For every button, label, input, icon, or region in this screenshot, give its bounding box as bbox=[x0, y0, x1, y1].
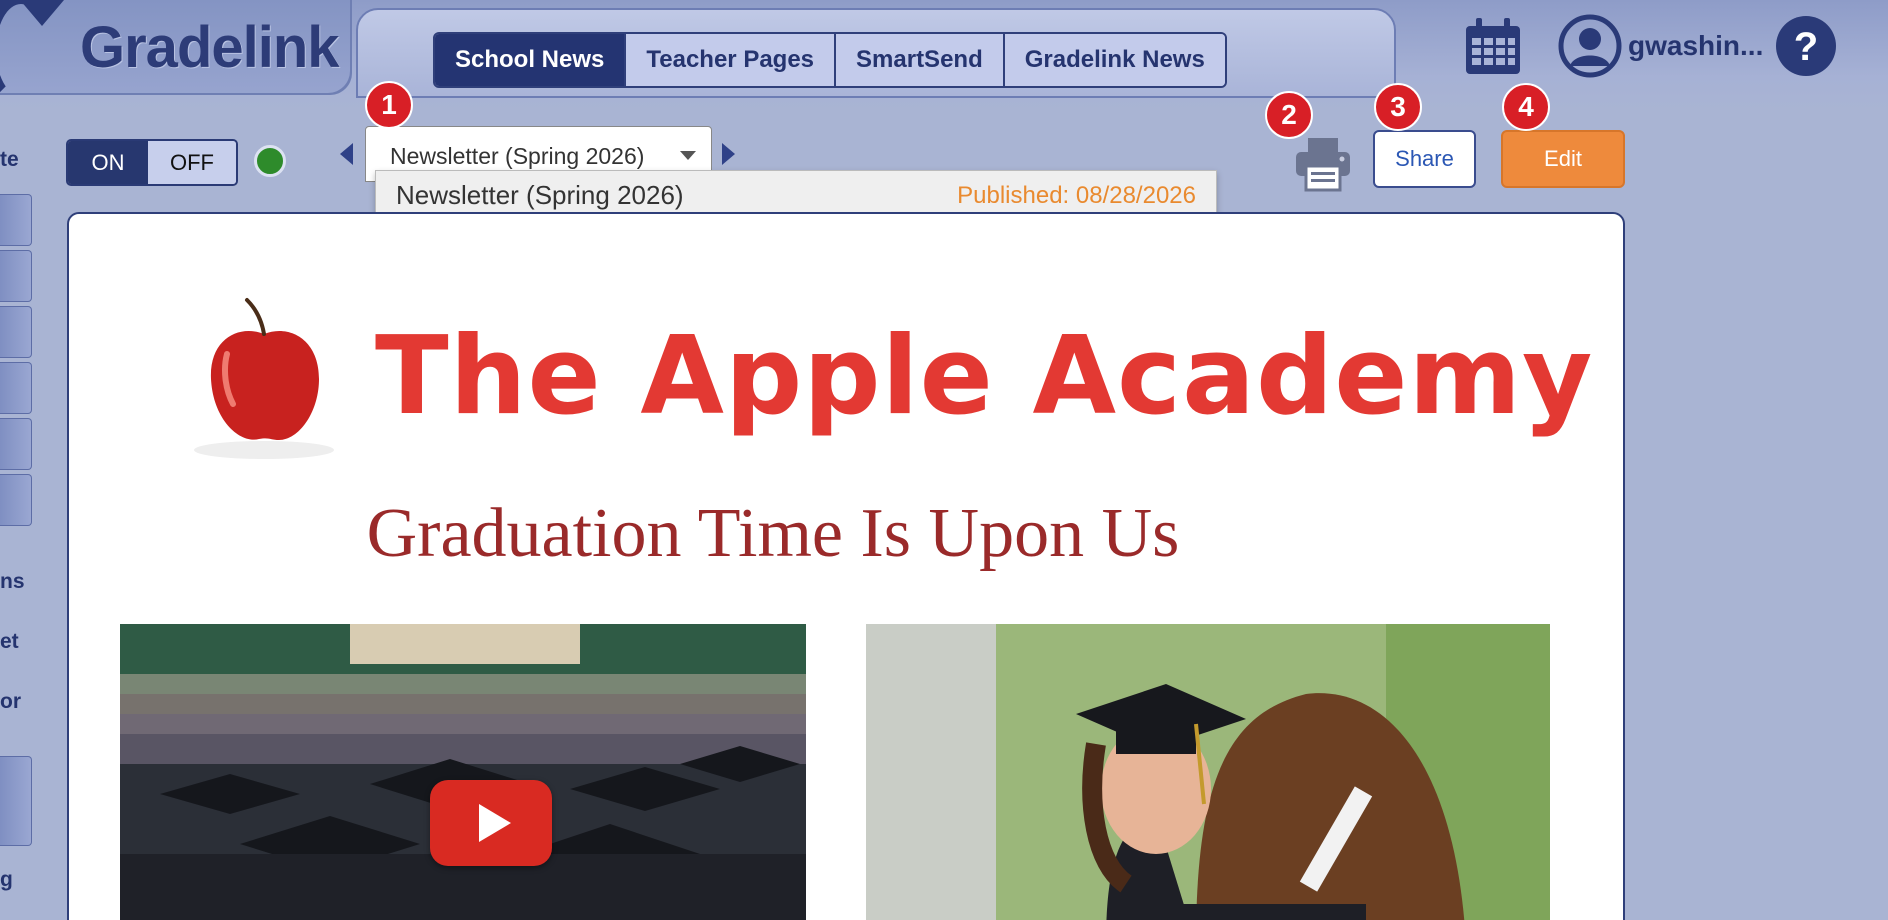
logo-flag-icon bbox=[20, 0, 64, 26]
prev-arrow-icon[interactable] bbox=[340, 143, 353, 165]
tab-teacher-pages[interactable]: Teacher Pages bbox=[626, 34, 837, 86]
play-icon bbox=[479, 804, 511, 842]
dropdown-option-title: Newsletter (Spring 2026) bbox=[396, 180, 684, 210]
callout-badge-1: 1 bbox=[365, 81, 413, 129]
status-indicator bbox=[254, 145, 286, 177]
logo-area[interactable]: Gradelink bbox=[0, 0, 352, 95]
tab-smartsend[interactable]: SmartSend bbox=[836, 34, 1005, 86]
sidebar-item-label[interactable]: or bbox=[0, 690, 21, 714]
sidebar-item-label[interactable]: ns bbox=[0, 570, 25, 594]
help-icon[interactable]: ? bbox=[1774, 14, 1838, 78]
newsletter-content: The Apple Academy Graduation Time Is Upo… bbox=[67, 212, 1625, 920]
toggle-on-option[interactable]: ON bbox=[68, 141, 148, 184]
next-arrow-icon[interactable] bbox=[722, 143, 735, 165]
sidebar-item[interactable] bbox=[0, 418, 32, 470]
sidebar-item[interactable] bbox=[0, 194, 32, 246]
graduate-hug-image bbox=[866, 624, 1550, 920]
tab-school-news[interactable]: School News bbox=[435, 34, 627, 86]
on-off-toggle[interactable]: ON OFF bbox=[66, 139, 238, 186]
sidebar-item-label[interactable]: g bbox=[0, 868, 13, 892]
graduation-crowd-image bbox=[120, 624, 806, 920]
sidebar-item[interactable] bbox=[0, 756, 32, 846]
printer-icon[interactable] bbox=[1294, 134, 1352, 192]
username-label[interactable]: gwashin... bbox=[1628, 30, 1763, 62]
apple-logo-image bbox=[119, 294, 339, 461]
svg-text:?: ? bbox=[1794, 25, 1818, 69]
left-sidebar: te ns et or g bbox=[0, 140, 34, 920]
dropdown-option-status: Published: 08/28/2026 bbox=[957, 181, 1196, 209]
sidebar-item-label[interactable]: et bbox=[0, 630, 19, 654]
chevron-down-icon bbox=[680, 151, 696, 160]
tab-gradelink-news[interactable]: Gradelink News bbox=[1004, 34, 1225, 86]
sidebar-item[interactable] bbox=[0, 362, 32, 414]
newsletter-select-value: Newsletter (Spring 2026) bbox=[390, 143, 645, 169]
callout-badge-2: 2 bbox=[1265, 91, 1313, 139]
sidebar-item[interactable] bbox=[0, 250, 32, 302]
sidebar-item[interactable] bbox=[0, 474, 32, 526]
sidebar-item[interactable] bbox=[0, 306, 32, 358]
user-avatar-icon[interactable] bbox=[1558, 14, 1622, 78]
graduation-video-thumbnail[interactable] bbox=[120, 624, 806, 920]
app-logo-text: Gradelink bbox=[80, 15, 340, 80]
play-video-button[interactable] bbox=[430, 780, 552, 866]
main-nav-tabs: School News Teacher Pages SmartSend Grad… bbox=[433, 32, 1227, 88]
sidebar-item-label[interactable]: te bbox=[0, 148, 19, 172]
callout-badge-4: 4 bbox=[1502, 83, 1550, 131]
calendar-icon[interactable] bbox=[1462, 16, 1524, 78]
share-button[interactable]: Share bbox=[1373, 130, 1476, 188]
edit-button[interactable]: Edit bbox=[1501, 130, 1625, 188]
toggle-off-option[interactable]: OFF bbox=[148, 141, 236, 184]
newsletter-banner-title: The Apple Academy bbox=[375, 314, 1594, 439]
newsletter-headline: Graduation Time Is Upon Us bbox=[366, 495, 1180, 572]
graduate-hug-photo bbox=[866, 624, 1550, 920]
callout-badge-3: 3 bbox=[1374, 83, 1422, 131]
